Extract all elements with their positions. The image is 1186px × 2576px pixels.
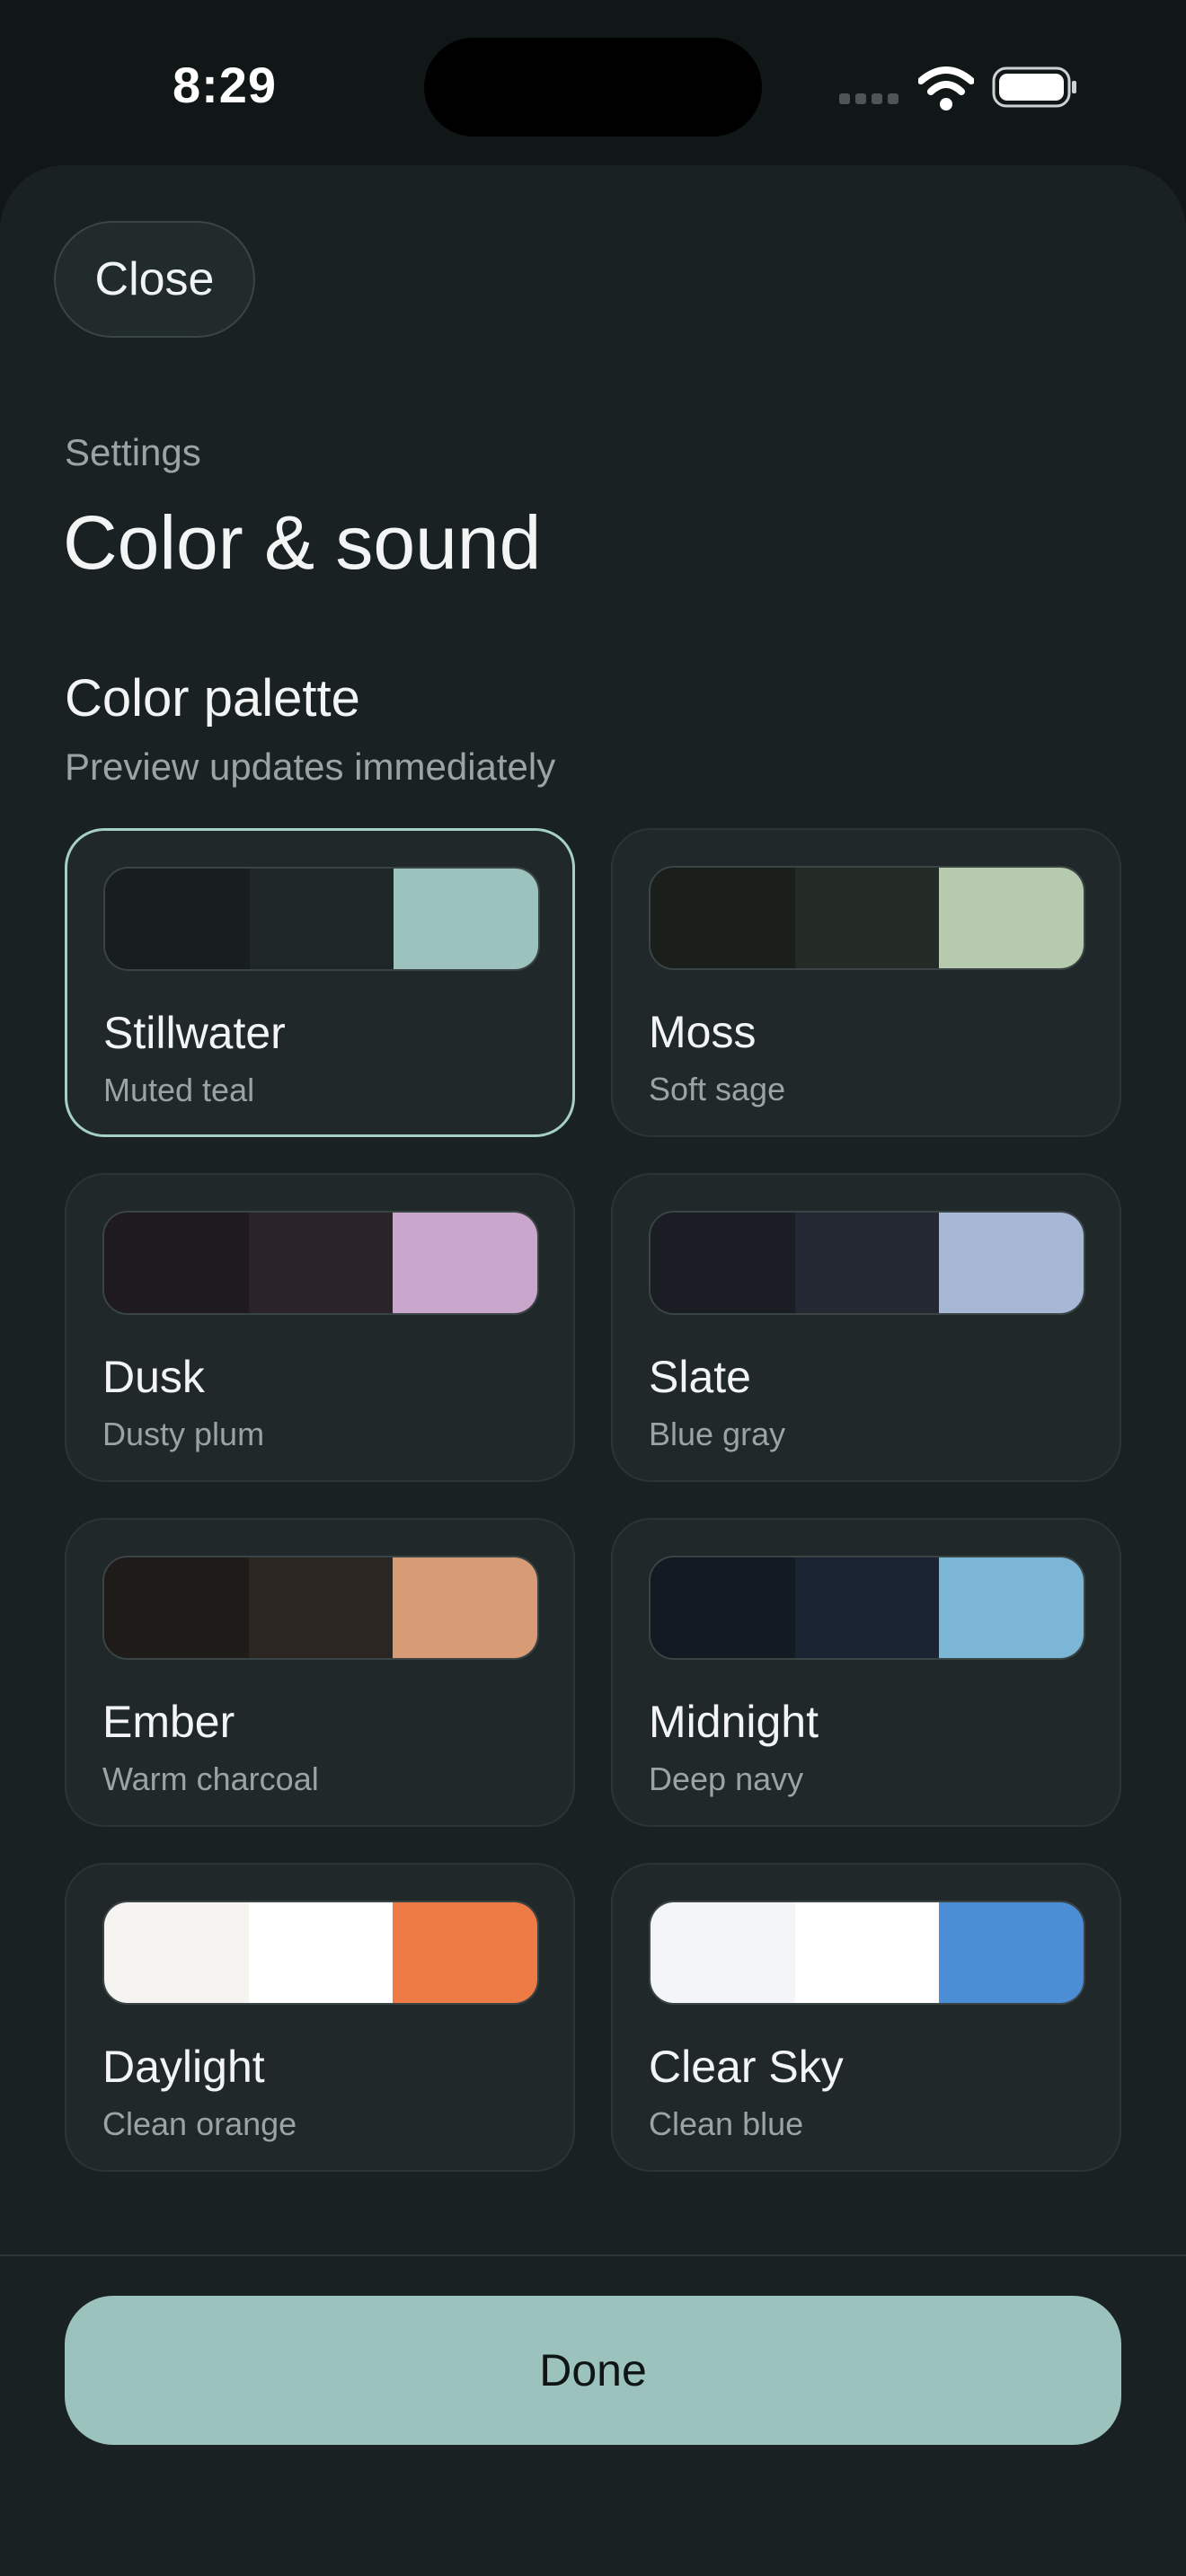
section-subtitle: Preview updates immediately <box>65 745 556 788</box>
section-title: Color palette <box>65 669 360 728</box>
palette-name: Daylight <box>102 2042 265 2092</box>
status-time: 8:29 <box>172 57 278 113</box>
swatch-accent <box>939 1213 1084 1313</box>
swatch-background <box>651 868 795 968</box>
palette-description: Blue gray <box>649 1416 786 1452</box>
palette-description: Muted teal <box>103 1072 255 1108</box>
swatch-surface <box>248 1213 394 1313</box>
done-button[interactable]: Done <box>65 2296 1121 2445</box>
palette-card-moss[interactable]: Moss Soft sage <box>611 828 1121 1137</box>
palette-name: Moss <box>649 1007 757 1057</box>
palette-card-clear-sky[interactable]: Clear Sky Clean blue <box>611 1863 1121 2172</box>
palette-name: Slate <box>649 1352 751 1402</box>
swatch-surface <box>794 1557 940 1658</box>
palette-description: Warm charcoal <box>102 1760 319 1797</box>
palette-card-dusk[interactable]: Dusk Dusty plum <box>65 1173 575 1482</box>
palette-name: Dusk <box>102 1352 205 1402</box>
swatch-background <box>105 869 250 969</box>
palette-swatch-strip <box>649 1901 1085 2005</box>
palette-swatch-strip <box>649 866 1085 970</box>
palette-swatch-strip <box>649 1211 1085 1315</box>
swatch-surface <box>794 1902 940 2003</box>
palette-description: Dusty plum <box>102 1416 265 1452</box>
swatch-surface <box>794 868 940 968</box>
status-bar: 8:29 <box>0 0 1186 171</box>
breadcrumb: Settings <box>65 431 201 473</box>
palette-name: Ember <box>102 1697 235 1747</box>
palette-card-ember[interactable]: Ember Warm charcoal <box>65 1518 575 1827</box>
swatch-accent <box>939 1557 1084 1658</box>
palette-description: Deep navy <box>649 1760 804 1797</box>
dynamic-island <box>424 38 762 137</box>
swatch-background <box>651 1557 795 1658</box>
swatch-accent <box>939 1902 1084 2003</box>
close-button[interactable]: Close <box>54 221 255 338</box>
palette-card-stillwater[interactable]: Stillwater Muted teal <box>65 828 575 1137</box>
swatch-background <box>104 1902 249 2003</box>
page-title: Color & sound <box>63 500 542 585</box>
swatch-surface <box>248 1902 394 2003</box>
palette-swatch-strip <box>102 1901 539 2005</box>
swatch-background <box>104 1213 249 1313</box>
swatch-accent <box>394 869 538 969</box>
swatch-surface <box>248 1557 394 1658</box>
palette-grid: Stillwater Muted teal Moss Soft sage Dus… <box>65 828 1121 2172</box>
palette-description: Soft sage <box>649 1071 786 1107</box>
palette-name: Midnight <box>649 1697 819 1747</box>
palette-card-daylight[interactable]: Daylight Clean orange <box>65 1863 575 2172</box>
swatch-accent <box>393 1902 537 2003</box>
footer-divider <box>0 2254 1186 2256</box>
palette-description: Clean blue <box>649 2105 804 2142</box>
swatch-background <box>651 1902 795 2003</box>
battery-icon <box>992 66 1076 108</box>
palette-swatch-strip <box>649 1556 1085 1660</box>
palette-swatch-strip <box>103 867 540 971</box>
palette-swatch-strip <box>102 1556 539 1660</box>
swatch-accent <box>939 868 1084 968</box>
palette-description: Clean orange <box>102 2105 297 2142</box>
swatch-accent <box>393 1213 537 1313</box>
wifi-icon <box>918 66 974 110</box>
swatch-accent <box>393 1557 537 1658</box>
swatch-background <box>104 1557 249 1658</box>
swatch-surface <box>794 1213 940 1313</box>
palette-card-midnight[interactable]: Midnight Deep navy <box>611 1518 1121 1827</box>
signal-icon <box>839 93 900 106</box>
palette-name: Clear Sky <box>649 2042 844 2092</box>
palette-swatch-strip <box>102 1211 539 1315</box>
palette-card-slate[interactable]: Slate Blue gray <box>611 1173 1121 1482</box>
swatch-background <box>651 1213 795 1313</box>
swatch-surface <box>249 869 394 969</box>
palette-name: Stillwater <box>103 1008 286 1058</box>
